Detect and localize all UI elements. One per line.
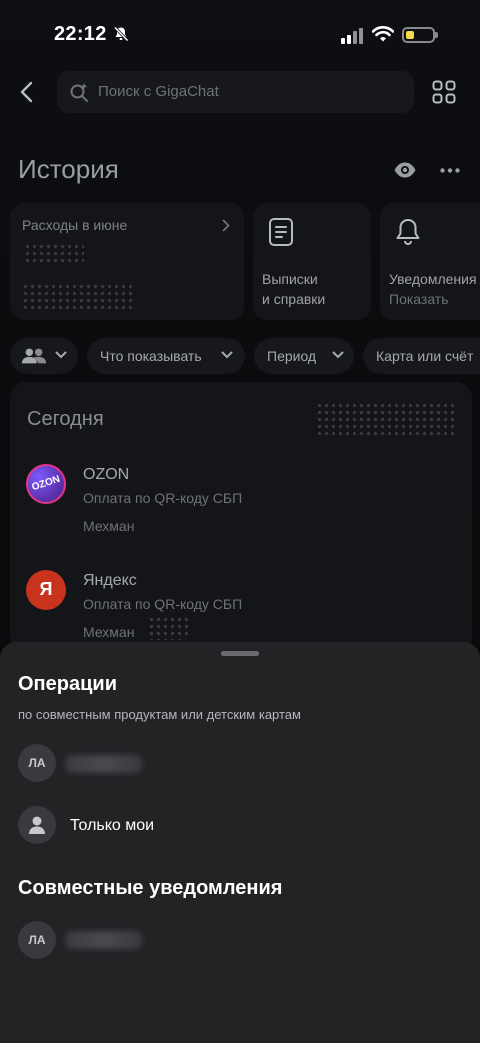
avatar: ЛА (18, 744, 56, 782)
show-filter-label: Что показывать (100, 348, 202, 364)
statements-card[interactable]: Выписки и справки (253, 203, 371, 320)
search-input[interactable]: Поиск с GigaChat (57, 71, 414, 113)
people-icon (21, 348, 47, 364)
bell-muted-icon (113, 26, 129, 42)
hidden-amount (24, 243, 84, 265)
transactions-panel: Сегодня OZON OZON Оплата по QR-коду СБП … (10, 382, 472, 652)
gigachat-search-icon (70, 83, 88, 102)
section-title-today: Сегодня (27, 408, 104, 430)
hidden-user-name (66, 755, 142, 773)
notifications-line1: Уведомления (389, 271, 477, 287)
operations-bottom-sheet: Операции по совместным продуктам или дет… (0, 642, 480, 1043)
document-icon (269, 218, 293, 246)
ozon-logo-text: OZON (30, 473, 62, 494)
eye-icon[interactable] (393, 160, 417, 180)
yandex-logo-text: Я (39, 579, 53, 599)
status-time: 22:12 (54, 23, 107, 45)
ozon-logo: OZON (26, 464, 66, 504)
avatar: ЛА (18, 921, 56, 959)
cellular-signal-icon (341, 28, 363, 44)
apps-grid-icon[interactable] (432, 80, 456, 104)
notifications-line2: Показать (389, 291, 449, 307)
card-filter-label: Карта или счёт (376, 348, 474, 364)
shared-notifications-title: Совместные уведомления (18, 877, 283, 899)
battery-icon (402, 27, 438, 43)
notifications-card[interactable]: Уведомления Показать (380, 203, 480, 320)
user-avatar (18, 806, 56, 844)
hidden-day-total (316, 402, 456, 436)
transaction-category: Мехман (83, 518, 135, 534)
transaction-name: Яндекс (83, 572, 137, 589)
search-placeholder: Поиск с GigaChat (98, 83, 219, 100)
yandex-logo: Я (26, 570, 66, 610)
bell-icon (396, 219, 420, 245)
chevron-down-icon (332, 351, 344, 359)
transaction-name: OZON (83, 466, 130, 483)
transaction-category: Мехман (83, 624, 135, 640)
expenses-label: Расходы в июне (22, 217, 128, 233)
page-title: История (18, 154, 119, 184)
screen: 22:12 Поиск с GigaChat История Расходы в… (0, 0, 480, 1043)
hidden-chart (22, 283, 134, 309)
sheet-title: Операции (18, 673, 117, 695)
person-icon (29, 816, 45, 834)
hidden-amount (148, 616, 188, 640)
transaction-subtitle: Оплата по QR-коду СБП (83, 490, 243, 506)
sheet-subtitle: по совместным продуктам или детским карт… (18, 707, 301, 722)
period-filter-chip[interactable]: Период (254, 338, 354, 374)
hidden-user-name (66, 931, 142, 949)
people-filter-chip[interactable] (10, 338, 78, 374)
wifi-icon (372, 26, 394, 42)
sheet-drag-handle[interactable] (221, 651, 259, 656)
card-filter-chip[interactable]: Карта или счёт (363, 338, 480, 374)
statements-line2: и справки (262, 291, 326, 307)
chevron-down-icon (55, 351, 67, 359)
expenses-card[interactable]: Расходы в июне (10, 203, 244, 320)
more-options-icon[interactable] (440, 168, 460, 173)
status-bar: 22:12 (0, 0, 480, 70)
transaction-subtitle: Оплата по QR-коду СБП (83, 596, 243, 612)
show-filter-chip[interactable]: Что показывать (87, 338, 245, 374)
chevron-down-icon (221, 351, 233, 359)
battery-level (406, 31, 414, 39)
chevron-right-icon (222, 219, 230, 232)
period-filter-label: Период (267, 348, 317, 364)
only-mine-label: Только мои (70, 817, 155, 834)
statements-line1: Выписки (262, 271, 318, 287)
back-arrow-icon[interactable] (18, 80, 38, 104)
